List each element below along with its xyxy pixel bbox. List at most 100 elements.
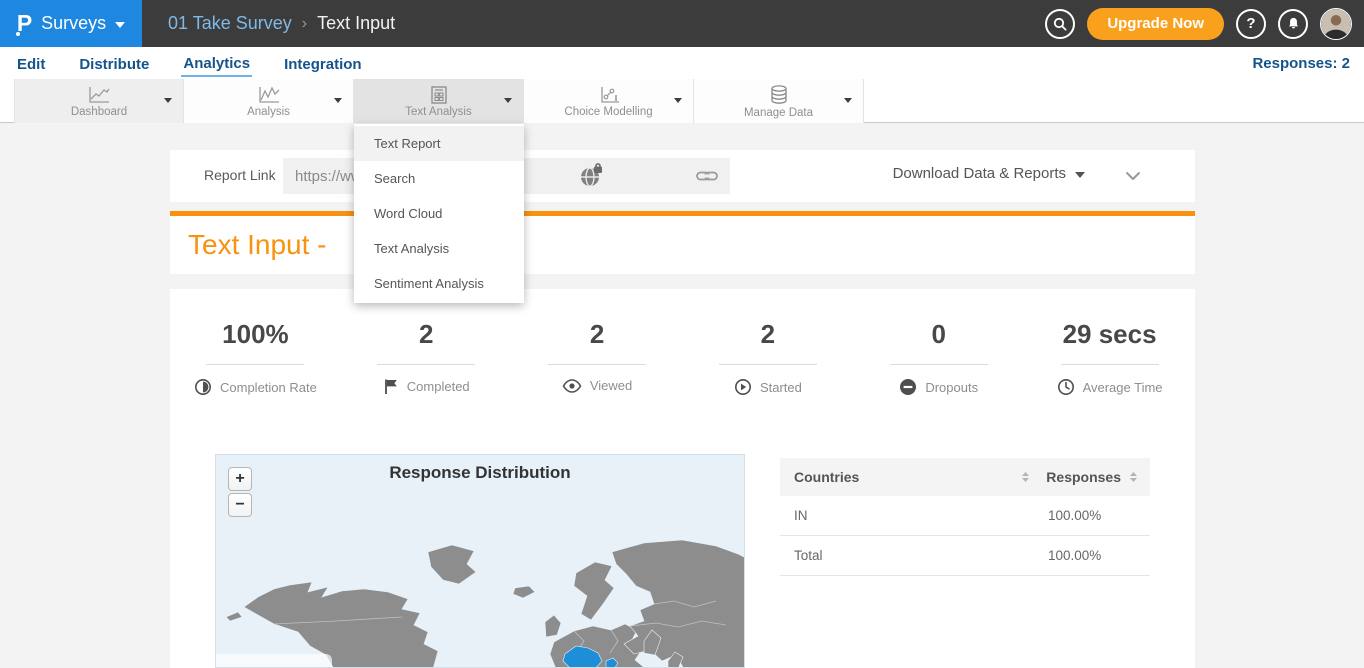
stat-label: Completion Rate: [220, 380, 317, 395]
stat-viewed: 2 Viewed: [512, 319, 683, 396]
page-title: Text Input -: [188, 229, 327, 261]
globe-lock-icon[interactable]: [578, 163, 604, 189]
menu-item-word-cloud[interactable]: Word Cloud: [354, 196, 524, 231]
choice-modelling-icon: [596, 85, 622, 105]
tab-choice-modelling-caret[interactable]: [674, 98, 682, 103]
report-link-label: Report Link: [204, 167, 276, 183]
stat-completed: 2 Completed: [341, 319, 512, 396]
countries-table-header: Countries Responses: [780, 458, 1150, 496]
brand-label: Surveys: [41, 13, 106, 34]
nav-item-distribute[interactable]: Distribute: [77, 51, 151, 76]
map-zoom-in-button[interactable]: +: [228, 467, 252, 491]
survey-nav: Edit Distribute Analytics Integration Re…: [0, 47, 1364, 79]
report-main-card: 100% Completion Rate 2 Completed 2: [170, 289, 1195, 668]
chevron-down-icon: [1075, 172, 1085, 178]
country-code: IN: [794, 508, 1048, 523]
minus-circle-icon: [899, 378, 917, 396]
sort-responses-icon[interactable]: [1129, 471, 1138, 483]
stat-label: Viewed: [590, 378, 632, 393]
map-title: Response Distribution: [216, 463, 744, 483]
menu-item-sentiment-analysis[interactable]: Sentiment Analysis: [354, 266, 524, 301]
help-button[interactable]: ?: [1236, 9, 1266, 39]
stat-value: 100%: [170, 319, 341, 350]
divider: [206, 364, 304, 365]
stat-value: 2: [341, 319, 512, 350]
divider: [1061, 364, 1159, 365]
questionpro-logo-icon: P: [17, 12, 32, 35]
tab-analysis[interactable]: Analysis: [184, 79, 354, 123]
menu-item-search[interactable]: Search: [354, 161, 524, 196]
stat-started: 2 Started: [682, 319, 853, 396]
breadcrumb-survey-name[interactable]: 01 Take Survey: [168, 13, 292, 34]
sort-countries-icon[interactable]: [1021, 471, 1030, 483]
tab-manage-data-caret[interactable]: [844, 98, 852, 103]
question-title-card: Text Input -: [170, 216, 1195, 274]
map-attribution: [216, 654, 332, 667]
nav-item-integration[interactable]: Integration: [282, 51, 364, 76]
question-mark-icon: ?: [1246, 15, 1255, 32]
logo-dot: [16, 32, 20, 36]
tab-choice-modelling[interactable]: Choice Modelling: [524, 79, 694, 123]
breadcrumb-separator: ›: [302, 15, 307, 33]
tab-label: Analysis: [247, 106, 290, 118]
text-analysis-dropdown-menu: Text Report Search Word Cloud Text Analy…: [354, 124, 524, 303]
divider: [719, 364, 817, 365]
search-icon: [1052, 16, 1068, 32]
response-percentage: 100.00%: [1048, 508, 1136, 523]
breadcrumb-page-name: Text Input: [317, 13, 395, 34]
stat-label: Completed: [407, 379, 470, 394]
clock-icon: [1057, 378, 1075, 396]
tab-manage-data[interactable]: Manage Data: [694, 79, 864, 123]
app-root: P Surveys 01 Take Survey › Text Input Up…: [0, 0, 1364, 668]
download-data-reports-dropdown[interactable]: Download Data & Reports: [893, 165, 1085, 182]
tab-analysis-caret[interactable]: [334, 98, 342, 103]
text-analysis-icon: [428, 85, 450, 105]
response-distribution-map[interactable]: Response Distribution + −: [215, 454, 745, 668]
menu-item-text-analysis[interactable]: Text Analysis: [354, 231, 524, 266]
tab-label: Manage Data: [744, 107, 813, 119]
stat-dropouts: 0 Dropouts: [853, 319, 1024, 396]
chevron-down-icon: [115, 22, 125, 28]
countries-table: Countries Responses IN 100.00% Total 100…: [780, 458, 1150, 576]
copy-link-icon[interactable]: [694, 165, 720, 187]
tab-dashboard-caret[interactable]: [164, 98, 172, 103]
nav-item-analytics[interactable]: Analytics: [181, 50, 252, 77]
column-header-responses[interactable]: Responses: [1046, 469, 1121, 485]
map-zoom-out-button[interactable]: −: [228, 493, 252, 517]
upgrade-now-button[interactable]: Upgrade Now: [1087, 8, 1224, 40]
divider: [890, 364, 988, 365]
user-avatar[interactable]: [1320, 8, 1352, 40]
table-row-total: Total 100.00%: [780, 536, 1150, 576]
tab-text-analysis[interactable]: Text Analysis: [354, 79, 524, 123]
menu-item-text-report[interactable]: Text Report: [354, 126, 524, 161]
topbar-actions: Upgrade Now ?: [1045, 0, 1352, 47]
brand-surveys-menu[interactable]: P Surveys: [0, 0, 142, 47]
table-row: IN 100.00%: [780, 496, 1150, 536]
nav-item-edit[interactable]: Edit: [15, 51, 47, 76]
search-button[interactable]: [1045, 9, 1075, 39]
manage-data-icon: [768, 84, 790, 106]
tab-dashboard[interactable]: Dashboard: [14, 79, 184, 123]
completion-gauge-icon: [194, 378, 212, 396]
tab-text-analysis-caret[interactable]: [504, 98, 512, 103]
notifications-button[interactable]: [1278, 9, 1308, 39]
tab-label: Text Analysis: [405, 106, 471, 118]
responses-count: Responses: 2: [1252, 55, 1350, 72]
divider: [377, 364, 475, 365]
stat-label: Dropouts: [925, 380, 978, 395]
bell-icon: [1286, 16, 1301, 31]
play-circle-icon: [734, 378, 752, 396]
top-bar: P Surveys 01 Take Survey › Text Input Up…: [0, 0, 1364, 47]
total-label: Total: [794, 548, 1048, 563]
collapse-chevron-icon[interactable]: [1123, 166, 1143, 186]
stat-value: 2: [682, 319, 853, 350]
stat-value: 29 secs: [1024, 319, 1195, 350]
download-data-reports-label: Download Data & Reports: [893, 165, 1066, 182]
dashboard-chart-icon: [86, 85, 112, 105]
world-map[interactable]: [216, 455, 745, 668]
map-zoom-controls: + −: [228, 467, 252, 517]
stat-label: Started: [760, 380, 802, 395]
stat-value: 0: [853, 319, 1024, 350]
eye-icon: [562, 379, 582, 393]
column-header-countries[interactable]: Countries: [794, 469, 1021, 485]
